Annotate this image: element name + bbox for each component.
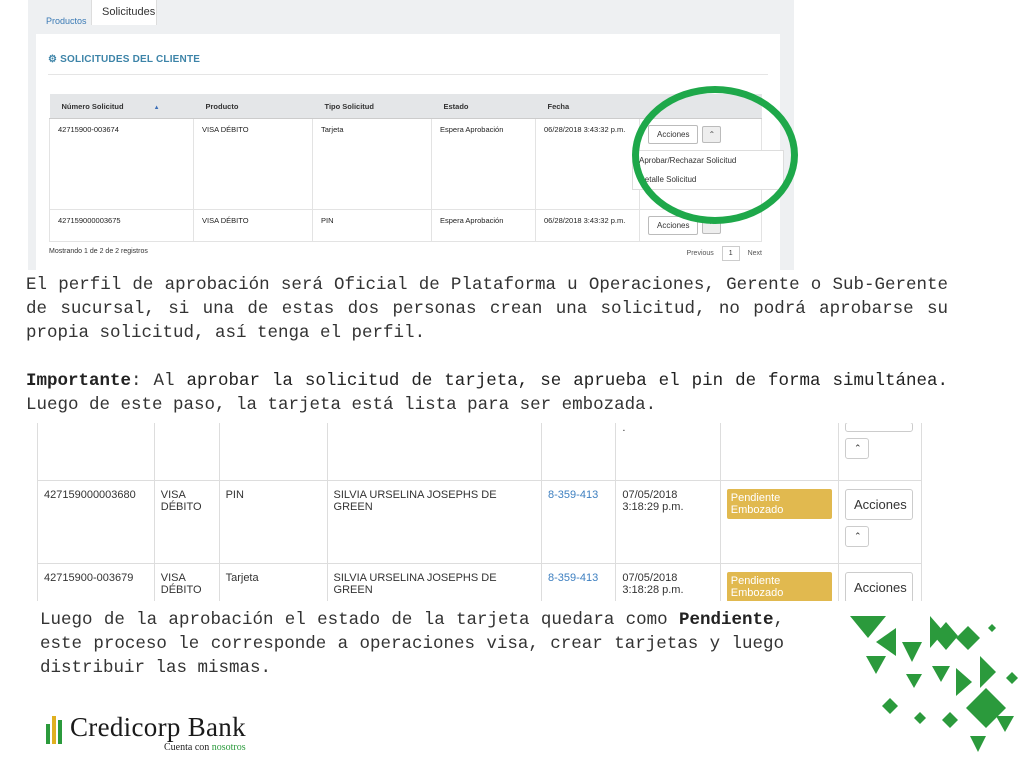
pager-prev[interactable]: Previous — [687, 250, 714, 257]
card-title-text: SOLICITUDES DEL CLIENTE — [60, 54, 201, 65]
tagline-b: nosotros — [211, 742, 246, 753]
solicitudes-screenshot: Productos Solicitudes ⚙ SOLICITUDES DEL C… — [28, 0, 798, 270]
cell-id[interactable]: 8-359-413 — [541, 563, 617, 601]
embozado-table: . ⌃ 427159000003680 VISA DÉBITO PIN SILV… — [37, 423, 922, 601]
cell-producto: VISA DÉBITO — [153, 563, 220, 601]
bold-text: aprobar la solicitud de tarjeta, se apru… — [186, 371, 948, 391]
cell — [541, 423, 617, 481]
cell-estado: Espera Aprobación — [431, 209, 536, 242]
cell-numero: 427159000003680 — [37, 480, 155, 564]
cell-producto: VISA DÉBITO — [153, 480, 220, 564]
cell-fecha: 06/28/2018 3:43:32 p.m. — [535, 118, 640, 210]
cell-numero: 427159000003675 — [49, 209, 194, 242]
cell-acciones: ⌃ — [837, 423, 922, 481]
table-row: 427159000003675 VISA DÉBITO PIN Espera A… — [49, 209, 762, 242]
cell-fecha: 06/28/2018 3:43:32 p.m. — [535, 209, 640, 242]
cell-estado: Pendiente Embozado — [719, 480, 839, 564]
highlight-circle — [632, 86, 798, 224]
records-info: Mostrando 1 de 2 de 2 registros — [49, 248, 148, 255]
cell-estado: Pendiente Embozado — [719, 563, 839, 601]
col-numero[interactable]: Número Solicitud ▲ — [49, 94, 194, 119]
decorative-triangles — [850, 616, 1018, 752]
col-estado[interactable]: Estado — [431, 94, 536, 119]
cell-tipo: Tarjeta — [218, 563, 328, 601]
cell-producto: VISA DÉBITO — [193, 118, 313, 210]
credicorp-logo-mark — [46, 716, 62, 744]
sort-asc-icon: ▲ — [153, 104, 160, 111]
text-a: Luego de la aprobación el estado de la t… — [40, 610, 679, 630]
cliente-id-link[interactable]: 8-359-413 — [548, 572, 598, 584]
table-row: 42715900-003679 VISA DÉBITO Tarjeta SILV… — [37, 563, 922, 601]
acciones-button[interactable]: Acciones — [844, 572, 913, 601]
cell-acciones: Acciones — [837, 563, 922, 601]
gears-icon: ⚙ — [48, 54, 58, 65]
tagline-a: Cuenta con — [164, 742, 212, 753]
table-row: 427159000003680 VISA DÉBITO PIN SILVIA U… — [37, 480, 922, 564]
cell-fecha: 07/05/2018 3:18:29 p.m. — [615, 480, 721, 564]
cell-tipo: PIN — [218, 480, 328, 564]
status-badge: Pendiente Embozado — [726, 572, 832, 601]
col-fecha[interactable]: Fecha — [535, 94, 640, 119]
cell — [153, 423, 220, 481]
embozado-screenshot: . ⌃ 427159000003680 VISA DÉBITO PIN SILV… — [37, 423, 922, 601]
bank-name: Credicorp Bank — [70, 712, 246, 742]
paragraph-perfil: El perfil de aprobación será Oficial de … — [26, 275, 948, 343]
lead: Al — [141, 371, 187, 391]
col-producto[interactable]: Producto — [193, 94, 313, 119]
cell-numero: 42715900-003679 — [37, 563, 155, 601]
cell — [719, 423, 839, 481]
pagination: Previous 1 Next — [687, 246, 762, 261]
col-tipo[interactable]: Tipo Solicitud — [312, 94, 432, 119]
status-badge: Pendiente Embozado — [726, 489, 832, 519]
cell-acciones: Acciones ⌃ — [837, 480, 922, 564]
cell-fecha: . — [615, 423, 721, 481]
cell-numero: 42715900-003674 — [49, 118, 194, 210]
cell — [37, 423, 155, 481]
cell-tipo: PIN — [312, 209, 432, 242]
colon: : — [131, 371, 142, 391]
tab-solicitudes[interactable]: Solicitudes — [91, 0, 157, 25]
cell — [326, 423, 543, 481]
pager-page[interactable]: 1 — [721, 246, 740, 261]
importante-label: Importante — [26, 371, 132, 391]
rest-text: Luego de este paso, la tarjeta está list… — [26, 395, 657, 415]
cell-id[interactable]: 8-359-413 — [541, 480, 617, 564]
acciones-button-partial[interactable] — [844, 423, 913, 432]
paragraph-importante: Importante: Al aprobar la solicitud de t… — [26, 369, 948, 417]
caret-up-icon[interactable]: ⌃ — [844, 526, 869, 547]
pendiente-label: Pendiente — [678, 610, 774, 630]
cell-cliente: SILVIA URSELINA JOSEPHS DE GREEN — [326, 480, 543, 564]
cell-fecha: 07/05/2018 3:18:28 p.m. — [615, 563, 721, 601]
card-title: ⚙ SOLICITUDES DEL CLIENTE — [48, 54, 200, 65]
divider — [48, 74, 768, 75]
pager-next[interactable]: Next — [748, 250, 762, 257]
acciones-button[interactable]: Acciones — [844, 489, 913, 520]
tagline: Cuenta con nosotros — [164, 742, 246, 753]
paragraph-pendiente: Luego de la aprobación el estado de la t… — [40, 608, 784, 680]
table-row: . ⌃ — [37, 423, 922, 481]
cell-producto: VISA DÉBITO — [193, 209, 313, 242]
cell-estado: Espera Aprobación — [431, 118, 536, 210]
cell-cliente: SILVIA URSELINA JOSEPHS DE GREEN — [326, 563, 543, 601]
caret-up-icon[interactable]: ⌃ — [844, 438, 869, 459]
cell-tipo: Tarjeta — [312, 118, 432, 210]
cliente-id-link[interactable]: 8-359-413 — [548, 489, 598, 501]
cell — [218, 423, 328, 481]
